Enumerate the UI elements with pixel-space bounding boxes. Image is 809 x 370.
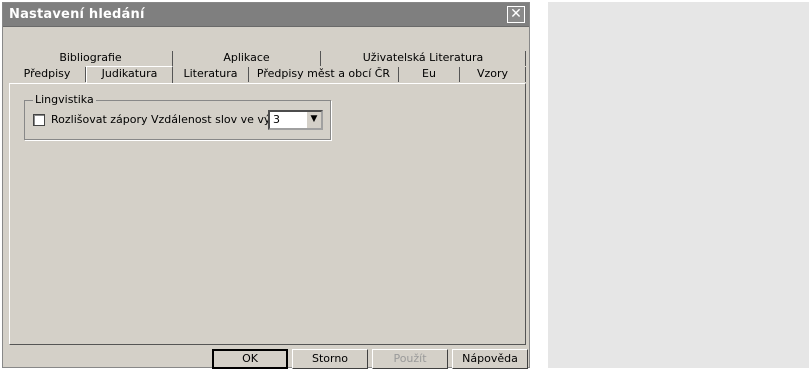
tab-label: Vzory [476,67,509,80]
cancel-label: Storno [311,352,349,365]
help-label: Nápověda [462,352,518,365]
word-distance-value: 3 [273,113,280,126]
ok-label: OK [242,352,258,365]
word-distance-select[interactable]: 3 ▼ [268,110,323,130]
tab-row-1: Bibliografie Aplikace Uživatelská Litera… [9,51,526,66]
ok-button[interactable]: OK [212,349,288,369]
negation-checkbox-label[interactable]: Rozlišovat zápory [51,113,148,126]
negation-checkbox[interactable] [33,114,45,126]
title-bar: Nastavení hledání ✕ [3,3,529,27]
tab-label: Aplikace [223,51,270,64]
close-icon: ✕ [510,6,522,22]
tab-literatura[interactable]: Literatura [173,67,249,82]
cancel-button[interactable]: Storno [292,349,368,369]
dialog-title: Nastavení hledání [9,7,145,22]
tab-aplikace[interactable]: Aplikace [173,51,321,66]
close-button[interactable]: ✕ [507,6,525,23]
tab-label: Předpisy měst a obcí ČR [256,67,391,80]
tab-label: Eu [422,67,436,80]
tab-predpisy[interactable]: Předpisy [9,67,86,82]
tab-label: Literatura [183,67,238,80]
tab-bibliografie[interactable]: Bibliografie [9,51,173,66]
search-settings-dialog: Nastavení hledání ✕ Bibliografie Aplikac… [2,2,530,369]
tab-label: Bibliografie [59,51,122,64]
tab-uzivatelska-literatura[interactable]: Uživatelská Literatura [321,51,526,66]
apply-button: Použít [372,349,448,369]
help-button[interactable]: Nápověda [452,349,528,369]
chevron-down-icon[interactable]: ▼ [306,112,321,128]
tab-vzory[interactable]: Vzory [460,67,526,82]
lingvistika-group: Lingvistika Rozlišovat zápory Vzdálenost… [24,93,331,140]
apply-label: Použít [393,352,427,365]
tab-predpisy-mest-a-obci[interactable]: Předpisy měst a obcí ČR [249,67,399,82]
tab-label: Uživatelská Literatura [362,51,484,64]
tab-label: Předpisy [23,67,71,80]
tab-judikatura[interactable]: Judikatura [86,66,173,83]
tab-row-2: Předpisy Judikatura Literatura Předpisy … [9,66,526,83]
group-label: Lingvistika [33,93,96,106]
tab-eu[interactable]: Eu [399,67,460,82]
tab-label: Judikatura [101,67,158,80]
tab-panel-judikatura: Lingvistika Rozlišovat zápory Vzdálenost… [9,83,526,345]
background-panel [548,2,809,368]
